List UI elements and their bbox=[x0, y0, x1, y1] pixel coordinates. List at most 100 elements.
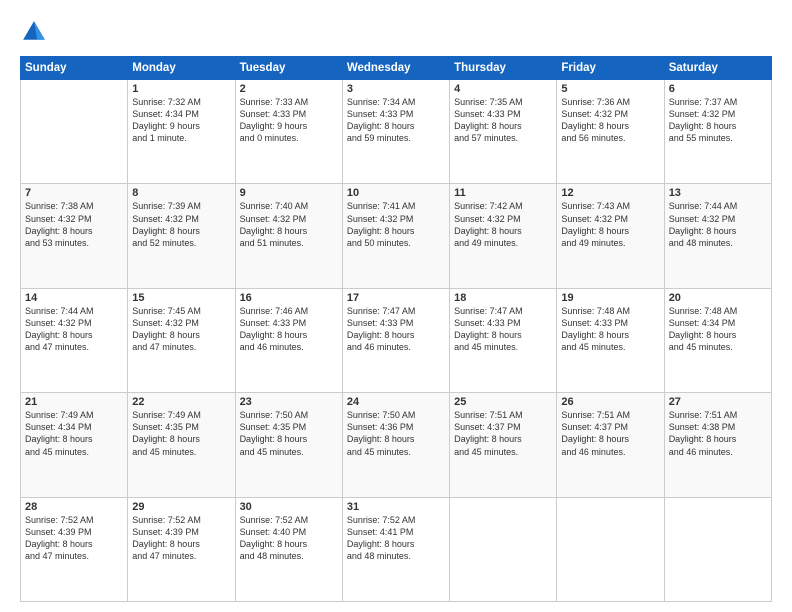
calendar-cell: 20Sunrise: 7:48 AM Sunset: 4:34 PM Dayli… bbox=[664, 288, 771, 392]
day-info: Sunrise: 7:52 AM Sunset: 4:40 PM Dayligh… bbox=[240, 514, 338, 563]
day-info: Sunrise: 7:44 AM Sunset: 4:32 PM Dayligh… bbox=[25, 305, 123, 354]
day-number: 16 bbox=[240, 292, 338, 304]
day-number: 18 bbox=[454, 292, 552, 304]
calendar-table: SundayMondayTuesdayWednesdayThursdayFrid… bbox=[20, 56, 772, 602]
day-info: Sunrise: 7:52 AM Sunset: 4:39 PM Dayligh… bbox=[25, 514, 123, 563]
day-info: Sunrise: 7:44 AM Sunset: 4:32 PM Dayligh… bbox=[669, 200, 767, 249]
calendar-cell: 8Sunrise: 7:39 AM Sunset: 4:32 PM Daylig… bbox=[128, 184, 235, 288]
calendar-cell: 31Sunrise: 7:52 AM Sunset: 4:41 PM Dayli… bbox=[342, 497, 449, 601]
day-number: 15 bbox=[132, 292, 230, 304]
calendar-cell: 5Sunrise: 7:36 AM Sunset: 4:32 PM Daylig… bbox=[557, 80, 664, 184]
day-number: 22 bbox=[132, 396, 230, 408]
day-number: 24 bbox=[347, 396, 445, 408]
day-number: 25 bbox=[454, 396, 552, 408]
day-number: 5 bbox=[561, 83, 659, 95]
weekday-header-monday: Monday bbox=[128, 57, 235, 80]
calendar-cell: 15Sunrise: 7:45 AM Sunset: 4:32 PM Dayli… bbox=[128, 288, 235, 392]
day-info: Sunrise: 7:48 AM Sunset: 4:33 PM Dayligh… bbox=[561, 305, 659, 354]
day-info: Sunrise: 7:47 AM Sunset: 4:33 PM Dayligh… bbox=[347, 305, 445, 354]
day-number: 8 bbox=[132, 187, 230, 199]
day-info: Sunrise: 7:51 AM Sunset: 4:37 PM Dayligh… bbox=[561, 409, 659, 458]
day-number: 10 bbox=[347, 187, 445, 199]
day-info: Sunrise: 7:32 AM Sunset: 4:34 PM Dayligh… bbox=[132, 96, 230, 145]
day-number: 6 bbox=[669, 83, 767, 95]
calendar-cell: 3Sunrise: 7:34 AM Sunset: 4:33 PM Daylig… bbox=[342, 80, 449, 184]
day-number: 12 bbox=[561, 187, 659, 199]
header bbox=[20, 18, 772, 46]
day-number: 4 bbox=[454, 83, 552, 95]
day-number: 13 bbox=[669, 187, 767, 199]
logo bbox=[20, 18, 52, 46]
day-number: 23 bbox=[240, 396, 338, 408]
week-row-3: 14Sunrise: 7:44 AM Sunset: 4:32 PM Dayli… bbox=[21, 288, 772, 392]
day-info: Sunrise: 7:47 AM Sunset: 4:33 PM Dayligh… bbox=[454, 305, 552, 354]
day-number: 27 bbox=[669, 396, 767, 408]
day-info: Sunrise: 7:45 AM Sunset: 4:32 PM Dayligh… bbox=[132, 305, 230, 354]
weekday-header-tuesday: Tuesday bbox=[235, 57, 342, 80]
calendar-cell: 9Sunrise: 7:40 AM Sunset: 4:32 PM Daylig… bbox=[235, 184, 342, 288]
calendar-cell: 4Sunrise: 7:35 AM Sunset: 4:33 PM Daylig… bbox=[450, 80, 557, 184]
calendar-cell: 14Sunrise: 7:44 AM Sunset: 4:32 PM Dayli… bbox=[21, 288, 128, 392]
calendar-cell: 13Sunrise: 7:44 AM Sunset: 4:32 PM Dayli… bbox=[664, 184, 771, 288]
calendar-cell: 25Sunrise: 7:51 AM Sunset: 4:37 PM Dayli… bbox=[450, 393, 557, 497]
day-info: Sunrise: 7:36 AM Sunset: 4:32 PM Dayligh… bbox=[561, 96, 659, 145]
week-row-1: 1Sunrise: 7:32 AM Sunset: 4:34 PM Daylig… bbox=[21, 80, 772, 184]
calendar-cell: 17Sunrise: 7:47 AM Sunset: 4:33 PM Dayli… bbox=[342, 288, 449, 392]
calendar-cell: 2Sunrise: 7:33 AM Sunset: 4:33 PM Daylig… bbox=[235, 80, 342, 184]
calendar-cell: 26Sunrise: 7:51 AM Sunset: 4:37 PM Dayli… bbox=[557, 393, 664, 497]
weekday-header-row: SundayMondayTuesdayWednesdayThursdayFrid… bbox=[21, 57, 772, 80]
calendar-cell: 28Sunrise: 7:52 AM Sunset: 4:39 PM Dayli… bbox=[21, 497, 128, 601]
day-number: 3 bbox=[347, 83, 445, 95]
day-info: Sunrise: 7:40 AM Sunset: 4:32 PM Dayligh… bbox=[240, 200, 338, 249]
day-number: 9 bbox=[240, 187, 338, 199]
week-row-4: 21Sunrise: 7:49 AM Sunset: 4:34 PM Dayli… bbox=[21, 393, 772, 497]
calendar-cell: 12Sunrise: 7:43 AM Sunset: 4:32 PM Dayli… bbox=[557, 184, 664, 288]
calendar-cell bbox=[557, 497, 664, 601]
day-info: Sunrise: 7:39 AM Sunset: 4:32 PM Dayligh… bbox=[132, 200, 230, 249]
calendar-cell: 23Sunrise: 7:50 AM Sunset: 4:35 PM Dayli… bbox=[235, 393, 342, 497]
page: SundayMondayTuesdayWednesdayThursdayFrid… bbox=[0, 0, 792, 612]
day-info: Sunrise: 7:48 AM Sunset: 4:34 PM Dayligh… bbox=[669, 305, 767, 354]
day-number: 11 bbox=[454, 187, 552, 199]
day-info: Sunrise: 7:49 AM Sunset: 4:35 PM Dayligh… bbox=[132, 409, 230, 458]
day-number: 30 bbox=[240, 501, 338, 513]
calendar-cell: 1Sunrise: 7:32 AM Sunset: 4:34 PM Daylig… bbox=[128, 80, 235, 184]
day-number: 26 bbox=[561, 396, 659, 408]
day-info: Sunrise: 7:46 AM Sunset: 4:33 PM Dayligh… bbox=[240, 305, 338, 354]
day-info: Sunrise: 7:41 AM Sunset: 4:32 PM Dayligh… bbox=[347, 200, 445, 249]
day-info: Sunrise: 7:34 AM Sunset: 4:33 PM Dayligh… bbox=[347, 96, 445, 145]
day-info: Sunrise: 7:52 AM Sunset: 4:39 PM Dayligh… bbox=[132, 514, 230, 563]
day-info: Sunrise: 7:50 AM Sunset: 4:35 PM Dayligh… bbox=[240, 409, 338, 458]
calendar-cell: 22Sunrise: 7:49 AM Sunset: 4:35 PM Dayli… bbox=[128, 393, 235, 497]
calendar-cell: 29Sunrise: 7:52 AM Sunset: 4:39 PM Dayli… bbox=[128, 497, 235, 601]
calendar-cell: 16Sunrise: 7:46 AM Sunset: 4:33 PM Dayli… bbox=[235, 288, 342, 392]
day-number: 19 bbox=[561, 292, 659, 304]
calendar-cell: 10Sunrise: 7:41 AM Sunset: 4:32 PM Dayli… bbox=[342, 184, 449, 288]
day-number: 20 bbox=[669, 292, 767, 304]
day-info: Sunrise: 7:50 AM Sunset: 4:36 PM Dayligh… bbox=[347, 409, 445, 458]
week-row-5: 28Sunrise: 7:52 AM Sunset: 4:39 PM Dayli… bbox=[21, 497, 772, 601]
day-number: 21 bbox=[25, 396, 123, 408]
calendar-cell: 18Sunrise: 7:47 AM Sunset: 4:33 PM Dayli… bbox=[450, 288, 557, 392]
day-info: Sunrise: 7:33 AM Sunset: 4:33 PM Dayligh… bbox=[240, 96, 338, 145]
calendar-cell bbox=[21, 80, 128, 184]
day-number: 31 bbox=[347, 501, 445, 513]
logo-icon bbox=[20, 18, 48, 46]
weekday-header-sunday: Sunday bbox=[21, 57, 128, 80]
calendar-cell: 19Sunrise: 7:48 AM Sunset: 4:33 PM Dayli… bbox=[557, 288, 664, 392]
weekday-header-wednesday: Wednesday bbox=[342, 57, 449, 80]
calendar-cell: 7Sunrise: 7:38 AM Sunset: 4:32 PM Daylig… bbox=[21, 184, 128, 288]
day-info: Sunrise: 7:52 AM Sunset: 4:41 PM Dayligh… bbox=[347, 514, 445, 563]
calendar-cell: 30Sunrise: 7:52 AM Sunset: 4:40 PM Dayli… bbox=[235, 497, 342, 601]
calendar-cell: 11Sunrise: 7:42 AM Sunset: 4:32 PM Dayli… bbox=[450, 184, 557, 288]
day-info: Sunrise: 7:43 AM Sunset: 4:32 PM Dayligh… bbox=[561, 200, 659, 249]
day-number: 2 bbox=[240, 83, 338, 95]
day-number: 1 bbox=[132, 83, 230, 95]
weekday-header-friday: Friday bbox=[557, 57, 664, 80]
calendar-cell bbox=[664, 497, 771, 601]
day-number: 17 bbox=[347, 292, 445, 304]
day-number: 14 bbox=[25, 292, 123, 304]
day-info: Sunrise: 7:37 AM Sunset: 4:32 PM Dayligh… bbox=[669, 96, 767, 145]
day-number: 7 bbox=[25, 187, 123, 199]
week-row-2: 7Sunrise: 7:38 AM Sunset: 4:32 PM Daylig… bbox=[21, 184, 772, 288]
